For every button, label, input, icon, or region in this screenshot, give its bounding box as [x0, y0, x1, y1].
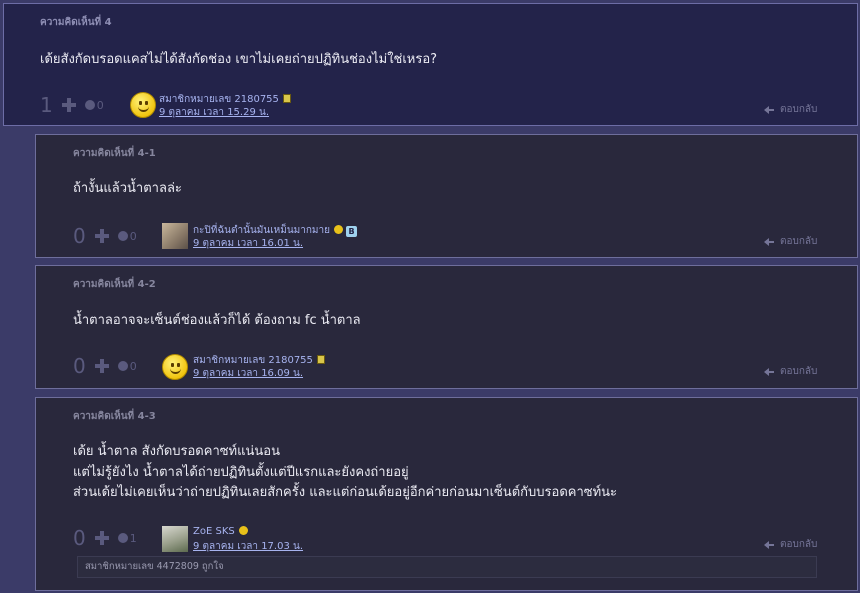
vote-bar: 0 1	[73, 526, 137, 550]
reply-arrow-icon	[764, 238, 774, 246]
comment-line: เด้ยสังกัดบรอดแคสไม่ได้สังกัดช่อง เขาไม่…	[40, 52, 438, 67]
comment-line: น้ำตาลอาจจะเซ็นต์ช่องแล้วก็ได้ ต้องถาม f…	[73, 313, 361, 328]
emotion-button[interactable]: 0	[117, 229, 137, 243]
comment-line: แต่ไม่รู้ยังไง น้ำตาลได้ถ่ายปฏิทินตั้งแต…	[73, 464, 409, 480]
emotion-button[interactable]: 0	[117, 359, 137, 373]
reply-button[interactable]: ตอบกลับ	[764, 537, 817, 552]
vote-count: 0	[73, 224, 86, 248]
plus-vote-icon[interactable]	[94, 531, 109, 545]
member-badge-icon	[316, 355, 325, 364]
reply-label: ตอบกลับ	[780, 236, 818, 247]
emotion-count: 1	[129, 531, 137, 545]
avatar-smiley-icon[interactable]	[130, 92, 156, 118]
emotion-button[interactable]: 1	[117, 531, 137, 545]
comment-4-2: ความคิดเห็นที่ 4-2 น้ำตาลอาจจะเซ็นต์ช่อง…	[35, 265, 858, 389]
emotion-count: 0	[96, 98, 104, 112]
emotion-count: 0	[129, 229, 137, 243]
user-name[interactable]: สมาชิกหมายเลข 2180755	[193, 355, 313, 366]
reply-arrow-icon	[764, 368, 774, 376]
emotion-button[interactable]: 0	[84, 98, 104, 112]
comment-4-3: ความคิดเห็นที่ 4-3 เด้ย น้ำตาล สังกัดบรอ…	[35, 397, 858, 591]
member-badge-icon	[282, 94, 291, 103]
avatar[interactable]	[162, 526, 188, 552]
vote-count: 0	[73, 354, 86, 378]
avatar[interactable]	[162, 223, 188, 249]
comment-date[interactable]: 9 ตุลาคม เวลา 17.03 น.	[193, 539, 303, 554]
comment-4: ความคิดเห็นที่ 4 เด้ยสังกัดบรอดแคสไม่ได้…	[3, 3, 858, 126]
reply-label: ตอบกลับ	[780, 104, 818, 115]
reply-button[interactable]: ตอบกลับ	[764, 364, 817, 379]
user-name[interactable]: สมาชิกหมายเลข 2180755	[159, 94, 279, 105]
user-line: ZoE SKS	[193, 526, 248, 537]
reply-button[interactable]: ตอบกลับ	[764, 102, 817, 117]
emotion-icon	[117, 361, 128, 371]
comment-line: ส่วนเด้ยไม่เคยเห็นว่าถ่ายปฏิทินเลยสักครั…	[73, 485, 618, 500]
likes-bar: สมาชิกหมายเลข 4472809 ถูกใจ	[77, 556, 817, 578]
comment-date[interactable]: 9 ตุลาคม เวลา 16.01 น.	[193, 236, 303, 251]
comment-title: ความคิดเห็นที่ 4-3	[73, 411, 156, 422]
reply-label: ตอบกลับ	[780, 366, 818, 377]
reply-arrow-icon	[764, 541, 774, 549]
comment-body: เด้ย น้ำตาล สังกัดบรอดคาซท์แน่นอน แต่ไม่…	[73, 442, 617, 504]
comment-body: ถ้างั้นแล้วน้ำตาลล่ะ	[73, 179, 182, 200]
emoji-face-icon	[334, 225, 343, 234]
plus-vote-icon[interactable]	[61, 98, 76, 112]
reply-button[interactable]: ตอบกลับ	[764, 234, 817, 249]
plus-vote-icon[interactable]	[94, 229, 109, 243]
comment-4-1: ความคิดเห็นที่ 4-1 ถ้างั้นแล้วน้ำตาลล่ะ …	[35, 134, 858, 258]
comment-body: เด้ยสังกัดบรอดแคสไม่ได้สังกัดช่อง เขาไม่…	[40, 50, 437, 71]
comment-title: ความคิดเห็นที่ 4-1	[73, 148, 156, 159]
avatar-smiley-icon[interactable]	[162, 354, 188, 380]
comment-date[interactable]: 9 ตุลาคม เวลา 15.29 น.	[159, 105, 269, 120]
comment-body: น้ำตาลอาจจะเซ็นต์ช่องแล้วก็ได้ ต้องถาม f…	[73, 311, 361, 332]
vote-bar: 0 0	[73, 224, 137, 248]
comment-line: เด้ย น้ำตาล สังกัดบรอดคาซท์แน่นอน	[73, 444, 280, 459]
emotion-count: 0	[129, 359, 137, 373]
plus-vote-icon[interactable]	[94, 359, 109, 373]
user-name[interactable]: ZoE SKS	[193, 526, 235, 537]
comment-line: ถ้างั้นแล้วน้ำตาลล่ะ	[73, 181, 182, 196]
vote-count: 0	[73, 526, 86, 550]
vote-bar: 0 0	[73, 354, 137, 378]
comment-title: ความคิดเห็นที่ 4	[40, 17, 112, 28]
emotion-icon	[117, 231, 128, 241]
likes-text[interactable]: สมาชิกหมายเลข 4472809 ถูกใจ	[85, 561, 224, 572]
emotion-icon	[84, 100, 95, 110]
comment-title: ความคิดเห็นที่ 4-2	[73, 279, 156, 290]
vote-count: 1	[40, 93, 53, 117]
reply-label: ตอบกลับ	[780, 539, 818, 550]
emotion-icon	[117, 533, 128, 543]
vote-bar: 1 0	[40, 93, 104, 117]
badge-b-icon: B	[346, 226, 357, 237]
comment-date[interactable]: 9 ตุลาคม เวลา 16.09 น.	[193, 366, 303, 381]
user-name[interactable]: กะปิที่ฉันตำนั้นมันเหม็นมากมาย	[193, 225, 330, 236]
emoji-face-icon	[238, 526, 248, 535]
reply-arrow-icon	[764, 106, 774, 114]
